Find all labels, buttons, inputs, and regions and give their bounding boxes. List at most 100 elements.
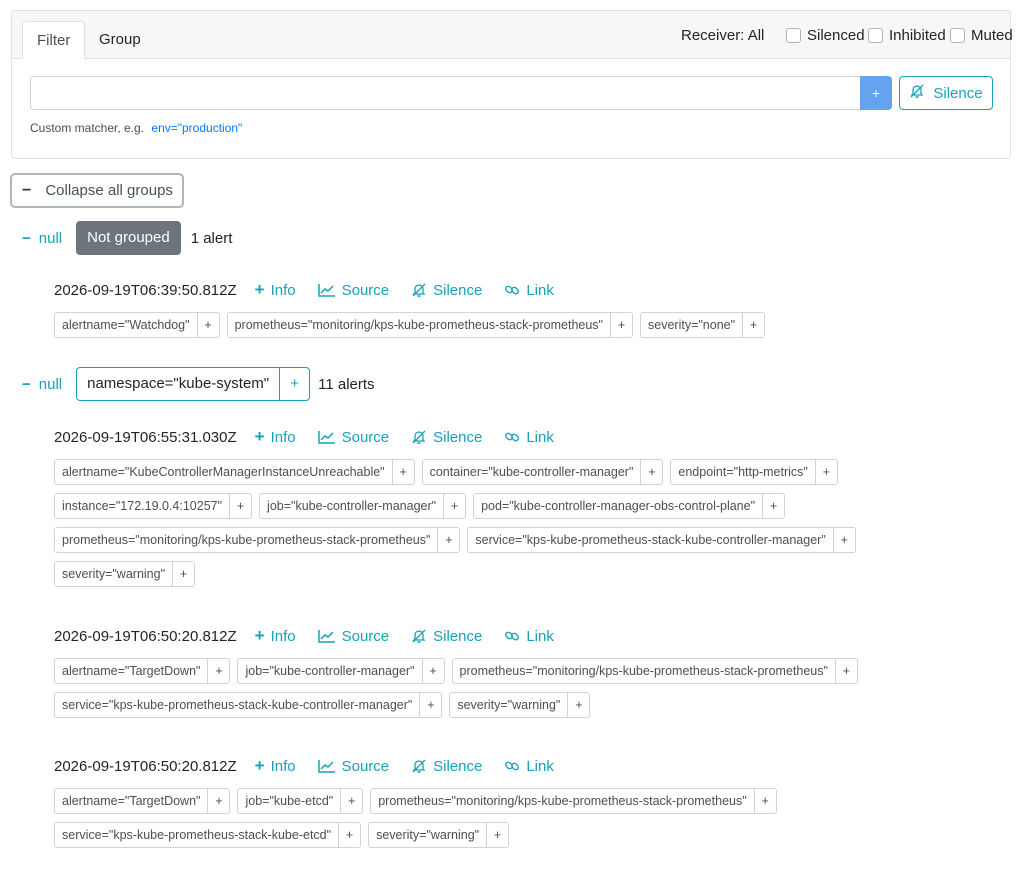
- silence-alert-button[interactable]: Silence: [411, 758, 482, 775]
- group-toggle[interactable]: − null: [22, 230, 62, 247]
- add-label-filter-button[interactable]: +: [196, 313, 219, 337]
- inhibited-checkbox[interactable]: Inhibited: [868, 27, 946, 44]
- label-text: alertname="Watchdog": [62, 318, 190, 332]
- alert-count: 1 alert: [190, 229, 233, 247]
- chart-line-icon: [317, 629, 336, 643]
- info-button[interactable]: + Info: [255, 280, 296, 300]
- add-label-filter-button[interactable]: +: [610, 313, 632, 337]
- label-chip[interactable]: endpoint="http-metrics" +: [670, 459, 838, 485]
- add-label-filter-button[interactable]: +: [229, 494, 251, 518]
- link-label: Link: [526, 757, 554, 775]
- label-chip[interactable]: service="kps-kube-prometheus-stack-kube-…: [54, 822, 362, 848]
- label-chip[interactable]: alertname="Watchdog" +: [54, 312, 220, 338]
- add-label-filter-button[interactable]: +: [834, 659, 857, 683]
- info-button[interactable]: + Info: [255, 626, 296, 646]
- add-label-filter-button[interactable]: +: [832, 528, 855, 552]
- muted-checkbox[interactable]: Muted: [950, 27, 1013, 44]
- add-label-filter-button[interactable]: +: [443, 494, 465, 518]
- source-button[interactable]: Source: [317, 282, 389, 299]
- receiver-selector[interactable]: Receiver: All: [681, 27, 764, 44]
- info-label: Info: [270, 281, 296, 299]
- label-chip[interactable]: prometheus="monitoring/kps-kube-promethe…: [370, 788, 777, 814]
- silence-button[interactable]: Silence: [899, 76, 993, 110]
- add-group-filter-button[interactable]: +: [279, 368, 309, 400]
- add-label-filter-button[interactable]: +: [207, 659, 229, 683]
- info-button[interactable]: + Info: [255, 427, 296, 447]
- info-button[interactable]: + Info: [255, 756, 296, 776]
- silence-label: Silence: [433, 428, 483, 446]
- label-text: job="kube-etcd": [245, 794, 334, 808]
- add-label-filter-button[interactable]: +: [640, 460, 662, 484]
- label-list: alertname="Watchdog" + prometheus="monito…: [54, 312, 934, 346]
- checkbox-box[interactable]: [950, 28, 965, 43]
- source-button[interactable]: Source: [317, 628, 389, 645]
- label-chip[interactable]: service="kps-kube-prometheus-stack-kube-…: [467, 527, 856, 553]
- silenced-checkbox[interactable]: Silenced: [786, 27, 865, 44]
- add-label-filter-button[interactable]: +: [753, 789, 776, 813]
- add-label-filter-button[interactable]: +: [486, 823, 508, 847]
- label-text: container="kube-controller-manager": [429, 465, 634, 479]
- label-chip[interactable]: severity="warning" +: [449, 692, 591, 718]
- filter-card: Filter Group Receiver: All Silenced Inhi…: [11, 10, 1013, 159]
- source-button[interactable]: Source: [317, 758, 389, 775]
- label-chip[interactable]: prometheus="monitoring/kps-kube-promethe…: [54, 527, 461, 553]
- silence-alert-button[interactable]: Silence: [411, 628, 482, 645]
- label-chip[interactable]: service="kps-kube-prometheus-stack-kube-…: [54, 692, 443, 718]
- silence-alert-button[interactable]: Silence: [411, 429, 482, 446]
- add-label-filter-button[interactable]: +: [567, 693, 589, 717]
- info-label: Info: [270, 757, 296, 775]
- add-label-filter-button[interactable]: +: [814, 460, 837, 484]
- add-label-filter-button[interactable]: +: [742, 313, 764, 337]
- label-list: alertname="KubeControllerManagerInstance…: [54, 459, 934, 595]
- tab-group[interactable]: Group: [85, 21, 155, 59]
- label-chip[interactable]: severity="warning" +: [54, 561, 196, 587]
- add-label-filter-button[interactable]: +: [437, 528, 459, 552]
- label-chip[interactable]: job="kube-controller-manager" +: [237, 658, 445, 684]
- label-chip[interactable]: severity="none" +: [640, 312, 766, 338]
- link-button[interactable]: Link: [504, 429, 554, 446]
- add-label-filter-button[interactable]: +: [762, 494, 784, 518]
- add-label-filter-button[interactable]: +: [391, 460, 414, 484]
- label-chip[interactable]: alertname="KubeControllerManagerInstance…: [54, 459, 415, 485]
- add-label-filter-button[interactable]: +: [172, 562, 194, 586]
- add-label-filter-button[interactable]: +: [419, 693, 441, 717]
- link-icon: [504, 758, 520, 774]
- checkbox-box[interactable]: [868, 28, 883, 43]
- plus-icon: +: [254, 427, 265, 446]
- add-label-filter-button[interactable]: +: [421, 659, 444, 683]
- alert-header: 2026-09-19T06:55:31.030Z + Info Source Si…: [54, 427, 576, 447]
- link-button[interactable]: Link: [504, 628, 554, 645]
- tab-filter[interactable]: Filter: [22, 21, 86, 59]
- label-chip[interactable]: severity="warning" +: [368, 822, 510, 848]
- add-label-filter-button[interactable]: +: [207, 789, 229, 813]
- label-chip[interactable]: alertname="TargetDown" +: [54, 658, 231, 684]
- group-label-chip[interactable]: namespace="kube-system" +: [76, 367, 311, 401]
- label-text: severity="warning": [457, 698, 561, 712]
- collapse-all-groups-button[interactable]: − Collapse all groups: [10, 173, 184, 208]
- alert-header: 2026-09-19T06:39:50.812Z + Info Source Si…: [54, 280, 576, 300]
- label-text: alertname="TargetDown": [62, 664, 201, 678]
- filter-input[interactable]: [30, 76, 861, 110]
- link-button[interactable]: Link: [504, 758, 554, 775]
- label-chip[interactable]: pod="kube-controller-manager-obs-control…: [473, 493, 786, 519]
- hint-text: Custom matcher, e.g.: [30, 121, 145, 135]
- label-chip[interactable]: prometheus="monitoring/kps-kube-promethe…: [226, 312, 633, 338]
- plus-icon: +: [254, 626, 265, 645]
- source-button[interactable]: Source: [317, 429, 389, 446]
- label-text: job="kube-controller-manager": [245, 664, 415, 678]
- add-filter-button[interactable]: +: [860, 76, 892, 110]
- label-chip[interactable]: job="kube-etcd" +: [237, 788, 364, 814]
- add-label-filter-button[interactable]: +: [340, 789, 362, 813]
- label-chip[interactable]: container="kube-controller-manager" +: [421, 459, 664, 485]
- link-button[interactable]: Link: [504, 282, 554, 299]
- group-toggle[interactable]: − null: [22, 376, 62, 393]
- silence-alert-button[interactable]: Silence: [411, 282, 482, 299]
- checkbox-box[interactable]: [786, 28, 801, 43]
- label-text: pod="kube-controller-manager-obs-control…: [481, 499, 756, 513]
- label-chip[interactable]: alertname="TargetDown" +: [54, 788, 231, 814]
- label-chip[interactable]: instance="172.19.0.4:10257" +: [54, 493, 253, 519]
- plus-icon: +: [254, 280, 265, 299]
- label-chip[interactable]: prometheus="monitoring/kps-kube-promethe…: [451, 658, 858, 684]
- add-label-filter-button[interactable]: +: [338, 823, 360, 847]
- label-chip[interactable]: job="kube-controller-manager" +: [259, 493, 467, 519]
